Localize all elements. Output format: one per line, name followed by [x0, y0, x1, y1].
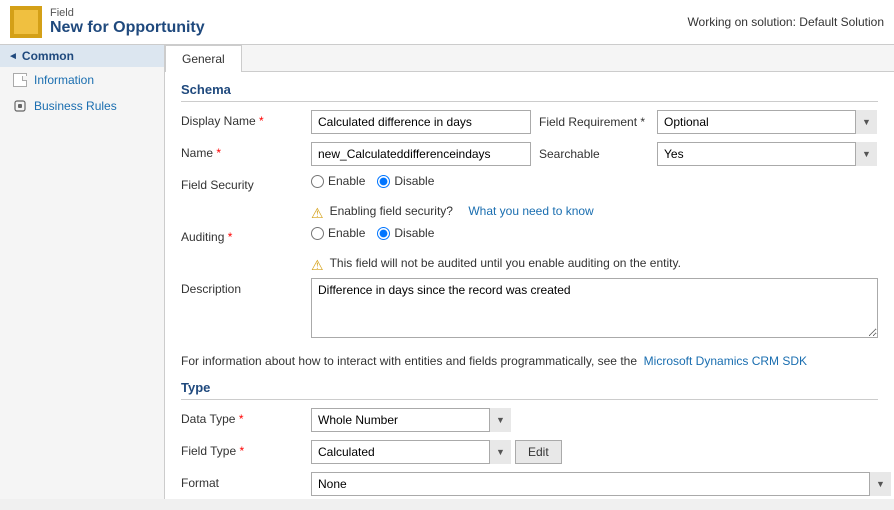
format-row: Format None Duration Time Zone Language: [181, 472, 878, 496]
display-name-required: *: [259, 114, 264, 128]
searchable-select-wrapper: Yes No: [657, 142, 877, 166]
field-security-field: Enable Disable: [311, 174, 878, 188]
display-name-label: Display Name *: [181, 110, 311, 128]
searchable-select[interactable]: Yes No: [657, 142, 877, 166]
data-type-field: Whole Number Text Integer Decimal: [311, 408, 878, 432]
field-security-row: Field Security Enable Disable: [181, 174, 878, 192]
display-name-field: Field Requirement * Optional Required Re…: [311, 110, 878, 134]
solution-label: Working on solution: Default Solution: [687, 15, 884, 29]
sidebar-item-business-rules[interactable]: Business Rules: [0, 93, 164, 119]
type-section-title: Type: [181, 380, 878, 400]
auditing-warning: ⚠ This field will not be audited until y…: [181, 252, 878, 278]
business-rules-icon: [12, 98, 28, 114]
section-arrow-icon: ◄: [8, 51, 18, 62]
auditing-disable-option[interactable]: Disable: [377, 226, 434, 240]
sidebar-section-label: Common: [22, 49, 74, 63]
description-label: Description: [181, 278, 311, 296]
auditing-radio-group: Enable Disable: [311, 226, 434, 240]
auditing-disable-radio[interactable]: [377, 227, 390, 240]
field-security-enable-radio[interactable]: [311, 175, 324, 188]
name-field: Searchable Yes No: [311, 142, 878, 166]
edit-button[interactable]: Edit: [515, 440, 562, 464]
format-select[interactable]: None Duration Time Zone Language: [311, 472, 891, 496]
searchable-label: Searchable: [539, 147, 649, 161]
data-type-row: Data Type * Whole Number Text Integer De…: [181, 408, 878, 432]
tab-general[interactable]: General: [165, 45, 242, 72]
main-content: General Schema Display Name * Field Requ…: [165, 45, 894, 499]
entity-icon: [10, 6, 42, 38]
header-left: Field New for Opportunity: [10, 6, 205, 38]
information-icon: [12, 72, 28, 88]
field-requirement-label: Field Requirement *: [539, 115, 649, 129]
sdk-info-text: For information about how to interact wi…: [181, 346, 878, 376]
field-type-label: Field Type *: [181, 440, 311, 458]
display-name-row: Display Name * Field Requirement * Optio…: [181, 110, 878, 134]
field-security-radio-group: Enable Disable: [311, 174, 434, 188]
auditing-enable-option[interactable]: Enable: [311, 226, 365, 240]
field-security-warning: ⚠ Enabling field security? What you need…: [181, 200, 878, 226]
field-requirement-select-wrapper: Optional Required Recommended: [657, 110, 877, 134]
display-name-input[interactable]: [311, 110, 531, 134]
form-body: Schema Display Name * Field Requirement …: [165, 72, 894, 499]
field-type-select-wrapper: Simple Calculated Rollup: [311, 440, 511, 464]
name-row: Name * Searchable Yes No: [181, 142, 878, 166]
field-requirement-select[interactable]: Optional Required Recommended: [657, 110, 877, 134]
sidebar-item-business-rules-label: Business Rules: [34, 99, 117, 113]
sidebar-section-common[interactable]: ◄ Common: [0, 45, 164, 67]
field-security-label: Field Security: [181, 174, 311, 192]
tab-bar: General: [165, 45, 894, 72]
format-field: None Duration Time Zone Language: [311, 472, 891, 496]
field-security-disable-radio[interactable]: [377, 175, 390, 188]
description-textarea[interactable]: Difference in days since the record was …: [311, 278, 878, 338]
header-title-block: Field New for Opportunity: [50, 7, 205, 37]
auditing-field: Enable Disable: [311, 226, 878, 240]
sidebar-item-information[interactable]: Information: [0, 67, 164, 93]
auditing-row: Auditing * Enable Disable: [181, 226, 878, 244]
auditing-label: Auditing *: [181, 226, 311, 244]
name-label: Name *: [181, 142, 311, 160]
header-sub-title: Field: [50, 7, 205, 19]
data-type-select[interactable]: Whole Number Text Integer Decimal: [311, 408, 511, 432]
description-field: Difference in days since the record was …: [311, 278, 878, 338]
format-select-wrapper: None Duration Time Zone Language: [311, 472, 891, 496]
page-header: Field New for Opportunity Working on sol…: [0, 0, 894, 45]
data-type-label: Data Type *: [181, 408, 311, 426]
field-type-controls: Simple Calculated Rollup Edit: [311, 440, 562, 464]
sidebar: ◄ Common Information Business Rules: [0, 45, 165, 499]
field-security-enable-option[interactable]: Enable: [311, 174, 365, 188]
header-main-title: New for Opportunity: [50, 19, 205, 37]
field-type-row: Field Type * Simple Calculated Rollup: [181, 440, 878, 464]
field-type-field: Simple Calculated Rollup Edit: [311, 440, 878, 464]
name-input[interactable]: [311, 142, 531, 166]
field-type-select[interactable]: Simple Calculated Rollup: [311, 440, 511, 464]
sdk-link[interactable]: Microsoft Dynamics CRM SDK: [644, 354, 807, 368]
auditing-warning-icon: ⚠: [311, 257, 324, 274]
sidebar-item-information-label: Information: [34, 73, 94, 87]
data-type-select-wrapper: Whole Number Text Integer Decimal: [311, 408, 511, 432]
description-row: Description Difference in days since the…: [181, 278, 878, 338]
schema-section-title: Schema: [181, 82, 878, 102]
field-security-help-link[interactable]: What you need to know: [468, 204, 593, 218]
warning-icon: ⚠: [311, 205, 324, 222]
auditing-enable-radio[interactable]: [311, 227, 324, 240]
format-label: Format: [181, 472, 311, 490]
field-security-disable-option[interactable]: Disable: [377, 174, 434, 188]
